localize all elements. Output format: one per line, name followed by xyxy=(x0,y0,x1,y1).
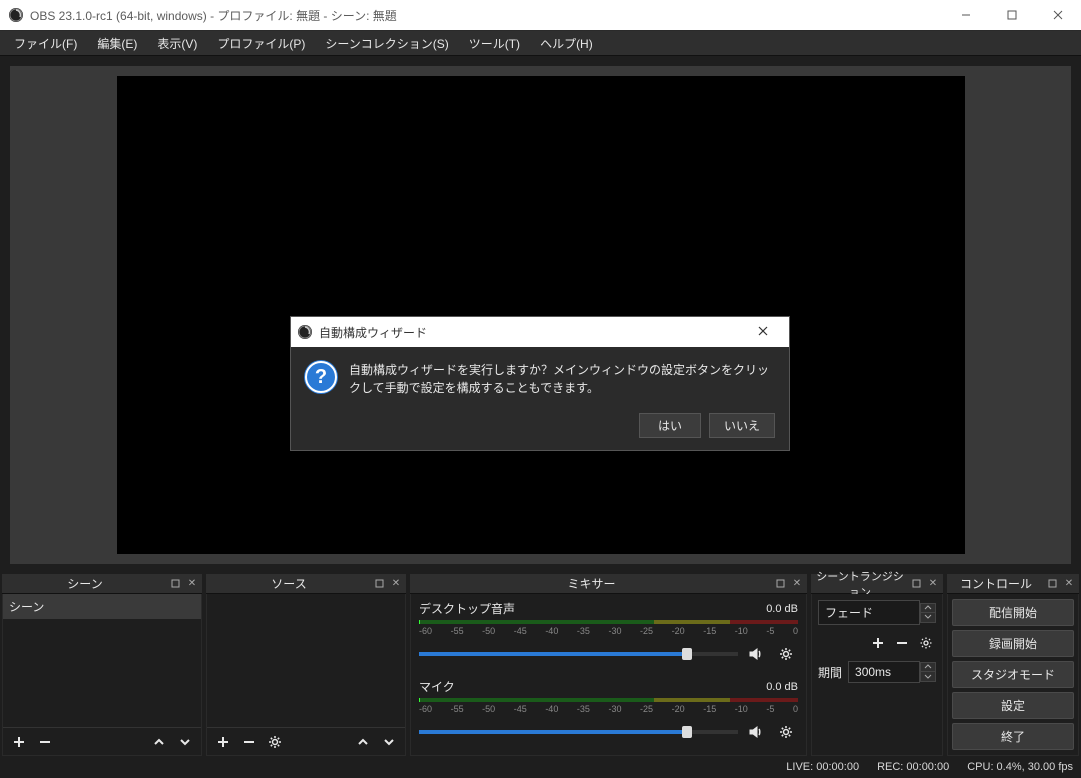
mixer-dock: ミキサー ✕ デスクトップ音声 0.0 dB -60-55-50-45-40-3… xyxy=(410,574,807,756)
dock-close-icon[interactable]: ✕ xyxy=(926,577,940,591)
scenes-dock: シーン ✕ シーン xyxy=(2,574,202,756)
duration-input[interactable]: 300ms xyxy=(848,661,920,683)
dock-close-icon[interactable]: ✕ xyxy=(1062,577,1076,591)
remove-transition-button[interactable] xyxy=(892,631,912,655)
dock-popout-icon[interactable] xyxy=(372,577,386,591)
add-source-button[interactable] xyxy=(211,730,235,754)
remove-scene-button[interactable] xyxy=(33,730,57,754)
sources-title: ソース xyxy=(206,575,372,592)
no-button[interactable]: いいえ xyxy=(709,413,775,438)
speaker-icon[interactable] xyxy=(744,720,768,744)
vu-meter xyxy=(419,698,798,702)
dock-popout-icon[interactable] xyxy=(1045,577,1059,591)
transition-properties-button[interactable] xyxy=(916,631,936,655)
settings-button[interactable]: 設定 xyxy=(952,692,1074,719)
dock-close-icon[interactable]: ✕ xyxy=(790,577,804,591)
add-scene-button[interactable] xyxy=(7,730,31,754)
vu-ticks: -60-55-50-45-40-35-30-25-20-15-10-50 xyxy=(419,704,798,714)
source-properties-button[interactable] xyxy=(263,730,287,754)
remove-source-button[interactable] xyxy=(237,730,261,754)
dialog-close-button[interactable] xyxy=(743,325,783,339)
controls-title: コントロール xyxy=(947,575,1045,592)
menu-view[interactable]: 表示(V) xyxy=(147,32,207,55)
transitions-dock: シーントランジション ✕ フェード 期間 xyxy=(811,574,943,756)
maximize-button[interactable] xyxy=(989,0,1035,30)
exit-button[interactable]: 終了 xyxy=(952,723,1074,750)
duration-label: 期間 xyxy=(818,664,842,681)
mixer-track-db: 0.0 dB xyxy=(766,603,798,615)
studio-mode-button[interactable]: スタジオモード xyxy=(952,661,1074,688)
menu-tools[interactable]: ツール(T) xyxy=(459,32,530,55)
dialog-message: 自動構成ウィザードを実行しますか？メインウィンドウの設定ボタンをクリックして手動… xyxy=(349,361,775,397)
chevron-up-icon[interactable] xyxy=(920,603,936,613)
close-button[interactable] xyxy=(1035,0,1081,30)
scene-down-button[interactable] xyxy=(173,730,197,754)
dock-close-icon[interactable]: ✕ xyxy=(185,577,199,591)
start-recording-button[interactable]: 録画開始 xyxy=(952,630,1074,657)
preview-area: 自動構成ウィザード ? 自動構成ウィザードを実行しますか？メインウィンドウの設定… xyxy=(10,66,1071,564)
scene-item[interactable]: シーン xyxy=(3,594,201,619)
preview-canvas[interactable] xyxy=(117,76,965,554)
vu-meter xyxy=(419,620,798,624)
window-title: OBS 23.1.0-rc1 (64-bit, windows) - プロファイ… xyxy=(30,7,943,24)
dock-popout-icon[interactable] xyxy=(773,577,787,591)
question-icon: ? xyxy=(305,361,337,393)
mixer-track-db: 0.0 dB xyxy=(766,681,798,693)
mixer-track-name: デスクトップ音声 xyxy=(419,600,766,617)
dialog-title: 自動構成ウィザード xyxy=(319,324,743,341)
gear-icon[interactable] xyxy=(774,720,798,744)
obs-logo-icon xyxy=(8,7,24,23)
dock-popout-icon[interactable] xyxy=(168,577,182,591)
start-streaming-button[interactable]: 配信開始 xyxy=(952,599,1074,626)
window-titlebar: OBS 23.1.0-rc1 (64-bit, windows) - プロファイ… xyxy=(0,0,1081,30)
chevron-down-icon[interactable] xyxy=(920,613,936,623)
volume-slider[interactable] xyxy=(419,652,738,656)
scenes-title: シーン xyxy=(2,575,168,592)
mixer-track-name: マイク xyxy=(419,678,766,695)
chevron-down-icon[interactable] xyxy=(920,672,936,682)
mixer-title: ミキサー xyxy=(410,575,773,592)
gear-icon[interactable] xyxy=(774,642,798,666)
minimize-button[interactable] xyxy=(943,0,989,30)
menu-edit[interactable]: 編集(E) xyxy=(87,32,147,55)
mixer-track: デスクトップ音声 0.0 dB -60-55-50-45-40-35-30-25… xyxy=(411,594,806,672)
menu-help[interactable]: ヘルプ(H) xyxy=(530,32,603,55)
auto-config-dialog: 自動構成ウィザード ? 自動構成ウィザードを実行しますか？メインウィンドウの設定… xyxy=(290,316,790,451)
controls-dock: コントロール ✕ 配信開始 録画開始 スタジオモード 設定 終了 xyxy=(947,574,1079,756)
source-down-button[interactable] xyxy=(377,730,401,754)
volume-slider[interactable] xyxy=(419,730,738,734)
vu-ticks: -60-55-50-45-40-35-30-25-20-15-10-50 xyxy=(419,626,798,636)
yes-button[interactable]: はい xyxy=(639,413,701,438)
status-bar: LIVE: 00:00:00 REC: 00:00:00 CPU: 0.4%, … xyxy=(0,756,1081,778)
transition-select[interactable]: フェード xyxy=(818,600,920,625)
dock-popout-icon[interactable] xyxy=(909,577,923,591)
menu-bar: ファイル(F) 編集(E) 表示(V) プロファイル(P) シーンコレクション(… xyxy=(0,30,1081,56)
scene-up-button[interactable] xyxy=(147,730,171,754)
add-transition-button[interactable] xyxy=(868,631,888,655)
source-up-button[interactable] xyxy=(351,730,375,754)
chevron-up-icon[interactable] xyxy=(920,662,936,672)
dock-close-icon[interactable]: ✕ xyxy=(389,577,403,591)
mixer-track: マイク 0.0 dB -60-55-50-45-40-35-30-25-20-1… xyxy=(411,672,806,750)
menu-scene-collection[interactable]: シーンコレクション(S) xyxy=(315,32,458,55)
speaker-icon[interactable] xyxy=(744,642,768,666)
menu-file[interactable]: ファイル(F) xyxy=(4,32,87,55)
obs-logo-icon xyxy=(297,324,313,340)
sources-dock: ソース ✕ xyxy=(206,574,406,756)
menu-profile[interactable]: プロファイル(P) xyxy=(207,32,315,55)
